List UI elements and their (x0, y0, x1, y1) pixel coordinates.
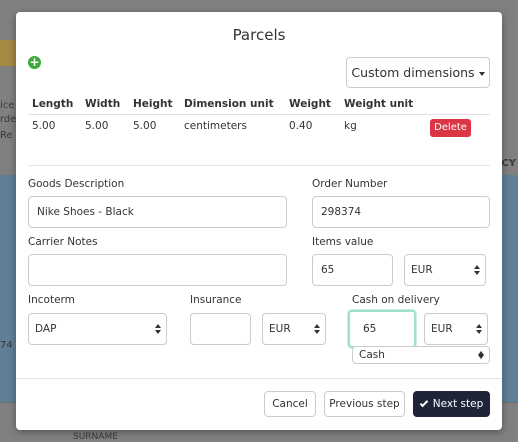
column-header-weight: Weight (289, 98, 331, 110)
background-text: ice (0, 100, 15, 111)
incoterm-label: Incoterm (28, 294, 75, 306)
cell-weight-unit: kg (344, 120, 357, 132)
cash-on-delivery-method-select[interactable]: Cash (352, 346, 490, 364)
modal-title: Parcels (232, 26, 286, 44)
carrier-notes-label: Carrier Notes (28, 236, 98, 248)
cash-on-delivery-currency: EUR (431, 323, 453, 335)
items-value-currency: EUR (411, 264, 433, 276)
background-text: 74 (0, 340, 13, 351)
background-text: rde (0, 114, 17, 125)
table-header-divider (28, 114, 490, 115)
cell-width: 5.00 (85, 120, 109, 132)
next-step-button[interactable]: Next step (413, 391, 490, 417)
cell-length: 5.00 (32, 120, 56, 132)
check-icon (419, 398, 428, 407)
background-panel (502, 175, 518, 403)
goods-description-input[interactable]: Nike Shoes - Black (28, 196, 287, 228)
insurance-currency: EUR (269, 323, 291, 335)
cash-on-delivery-method: Cash (359, 349, 385, 361)
items-value-currency-select[interactable]: EUR (404, 254, 486, 286)
updown-arrows-icon (478, 351, 484, 359)
custom-dimensions-label: Custom dimensions (351, 65, 475, 80)
items-value-label: Items value (312, 236, 374, 248)
cell-height: 5.00 (133, 120, 157, 132)
column-header-width: Width (85, 98, 121, 110)
background-text: Re (0, 130, 13, 141)
column-header-length: Length (32, 98, 74, 110)
caret-down-icon (478, 71, 485, 76)
cash-on-delivery-currency-select[interactable]: EUR (424, 313, 488, 345)
next-step-label: Next step (432, 398, 484, 410)
plus-circle-icon[interactable]: + (28, 56, 41, 69)
cell-weight: 0.40 (289, 120, 313, 132)
column-header-dimension-unit: Dimension unit (184, 98, 274, 110)
incoterm-value: DAP (35, 323, 57, 335)
goods-description-label: Goods Description (28, 178, 125, 190)
column-header-weight-unit: Weight unit (344, 98, 414, 110)
column-header-height: Height (133, 98, 173, 110)
cell-dimension-unit: centimeters (184, 120, 247, 132)
insurance-currency-select[interactable]: EUR (262, 313, 326, 345)
footer-divider (16, 378, 502, 379)
parcels-modal: Parcels + Custom dimensions Length Width… (16, 12, 502, 430)
order-number-label: Order Number (312, 178, 388, 190)
background-text: SURNAME (73, 432, 118, 442)
carrier-notes-input[interactable] (28, 254, 287, 286)
order-number-input[interactable]: 298374 (312, 196, 490, 228)
updown-arrows-icon (155, 324, 161, 334)
updown-arrows-icon (476, 324, 482, 334)
delete-parcel-button[interactable]: Delete (430, 119, 471, 137)
background-text: CY (501, 158, 516, 169)
items-value-input[interactable]: 65 (312, 254, 393, 286)
insurance-input[interactable] (190, 313, 251, 345)
custom-dimensions-dropdown[interactable]: Custom dimensions (346, 57, 490, 88)
section-divider (28, 165, 490, 166)
cash-on-delivery-input[interactable]: 65 (348, 310, 416, 348)
updown-arrows-icon (314, 324, 320, 334)
incoterm-select[interactable]: DAP (28, 313, 167, 345)
cash-on-delivery-label: Cash on delivery (352, 294, 440, 306)
previous-step-button[interactable]: Previous step (324, 391, 405, 417)
cancel-button[interactable]: Cancel (264, 391, 316, 417)
background-panel (0, 175, 16, 403)
updown-arrows-icon (474, 265, 480, 275)
insurance-label: Insurance (190, 294, 242, 306)
